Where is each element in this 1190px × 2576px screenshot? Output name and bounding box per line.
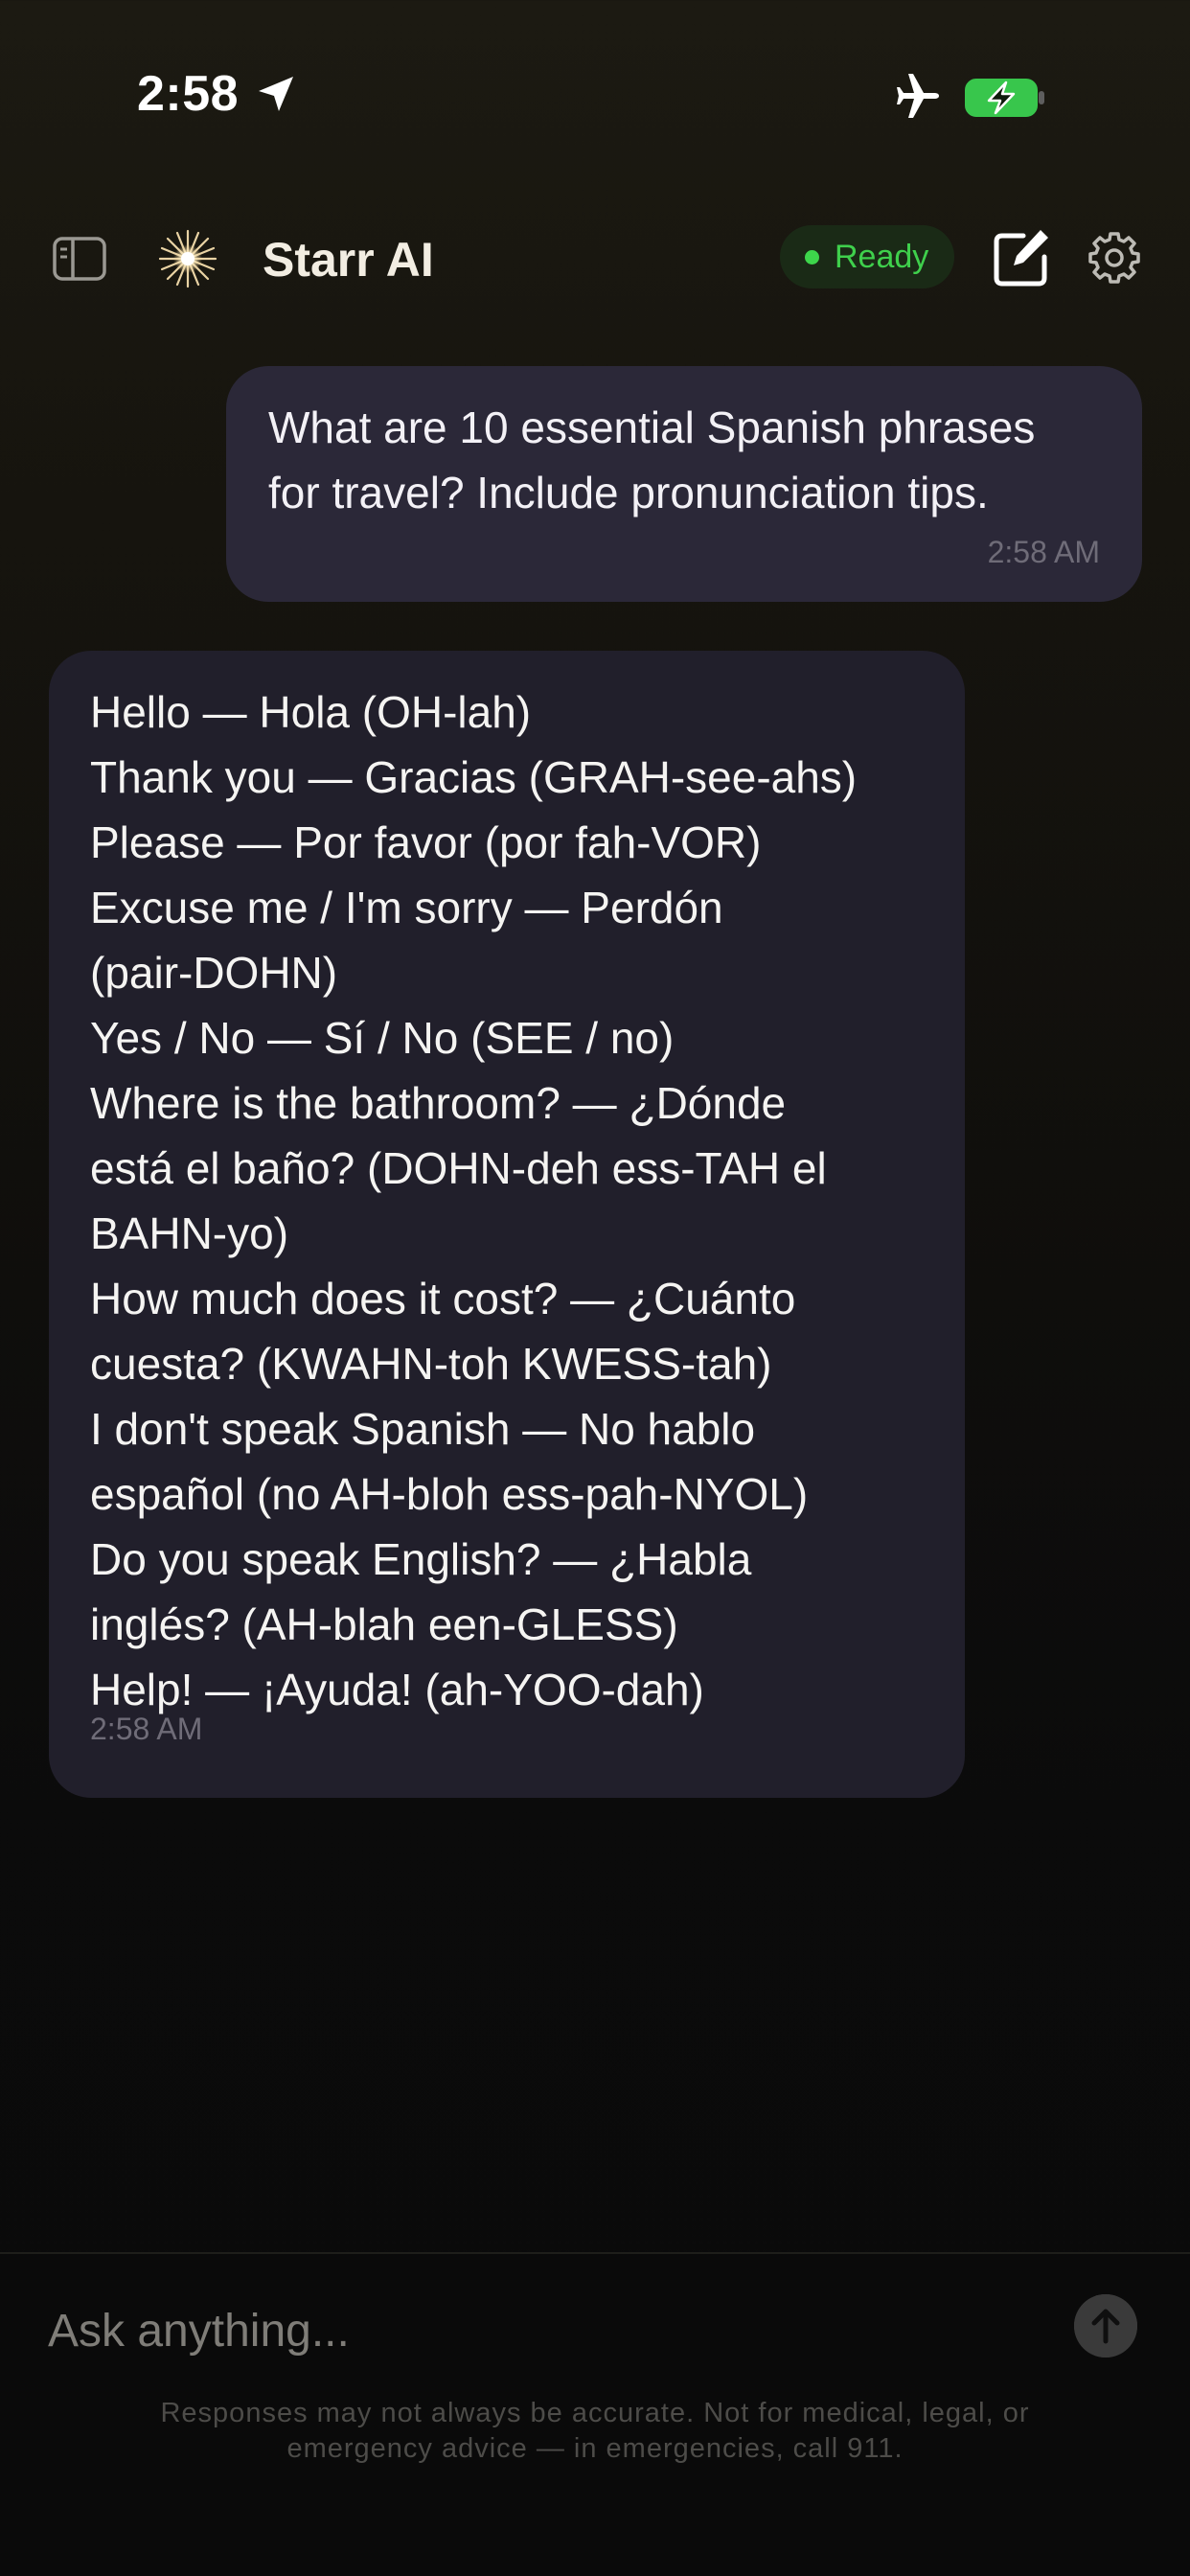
arrow-up-icon <box>1074 2294 1137 2358</box>
user-message-time: 2:58 AM <box>987 535 1100 569</box>
user-message-text: What are 10 essential Spanish phrases fo… <box>268 402 1036 518</box>
composer: Responses may not always be accurate. No… <box>0 2252 1190 2576</box>
disclaimer-text: Responses may not always be accurate. No… <box>160 2398 1030 2464</box>
airplane-icon <box>897 74 939 118</box>
status-dot <box>805 250 819 264</box>
assistant-message-bubble: Hello — Hola (OH-lah) Thank you — Gracia… <box>49 651 965 1798</box>
status-badge: Ready <box>780 225 954 288</box>
sidebar-toggle-icon[interactable] <box>52 235 107 283</box>
assistant-message-text: Hello — Hola (OH-lah) Thank you — Gracia… <box>90 687 858 1714</box>
status-label: Ready <box>835 239 929 275</box>
location-icon <box>259 77 293 111</box>
compose-icon[interactable] <box>991 226 1054 289</box>
status-bar: 2:58 <box>0 0 1190 192</box>
assistant-message-time: 2:58 AM <box>90 1712 203 1746</box>
starburst-logo-icon <box>158 229 217 288</box>
send-button[interactable] <box>1074 2294 1137 2358</box>
message-input[interactable] <box>48 2292 1044 2369</box>
app-title: Starr AI <box>263 233 434 287</box>
gear-icon[interactable] <box>1087 230 1142 286</box>
user-message-bubble: What are 10 essential Spanish phrases fo… <box>226 366 1142 602</box>
header: Starr AI Ready <box>0 211 1190 307</box>
status-time: 2:58 <box>137 66 240 122</box>
battery-charging-icon <box>965 79 1044 117</box>
